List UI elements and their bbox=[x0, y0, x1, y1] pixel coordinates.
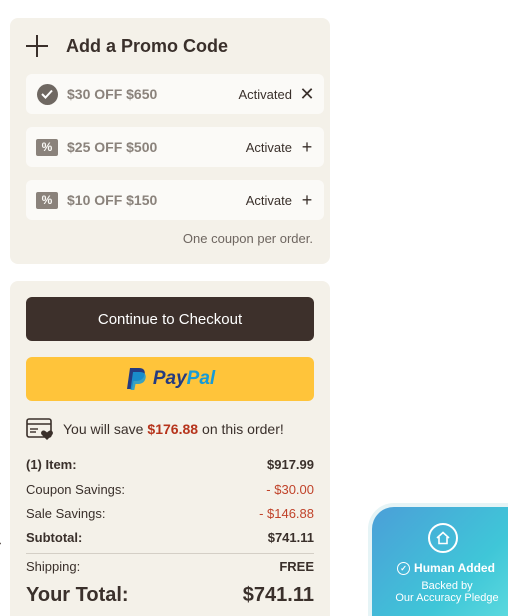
savings-message: You will save $176.88 on this order! bbox=[26, 417, 284, 441]
badge-line-2: Our Accuracy Pledge bbox=[395, 592, 499, 604]
savings-prefix: You will save bbox=[63, 421, 144, 437]
coupon-code: $30 OFF $650 bbox=[67, 86, 158, 102]
activate-coupon-button[interactable]: + bbox=[300, 191, 314, 209]
order-summary-panel: Continue to Checkout Pay Pal You will sa… bbox=[10, 281, 330, 616]
plus-icon[interactable] bbox=[26, 35, 48, 57]
shipping-label: Shipping: bbox=[26, 559, 81, 574]
shipping-value: FREE bbox=[279, 559, 314, 574]
paypal-logo: Pay Pal bbox=[125, 367, 215, 391]
badge-title-text: Human Added bbox=[414, 561, 495, 575]
items-row: (1) Item: $917.99 bbox=[26, 457, 314, 472]
coupon-savings-row: Coupon Savings: - $30.00 bbox=[26, 482, 314, 497]
subtotal-row: Subtotal: $741.11 bbox=[26, 530, 314, 545]
coupon-item-30-off: $30 OFF $650 Activated ✕ bbox=[26, 74, 324, 114]
items-label: (1) Item: bbox=[26, 457, 77, 472]
total-label: Your Total: bbox=[26, 584, 129, 606]
activate-coupon-button[interactable]: + bbox=[300, 138, 314, 156]
sale-savings-value: - $146.88 bbox=[259, 506, 314, 521]
edge-chevron-icon: › bbox=[0, 538, 1, 549]
savings-amount: $176.88 bbox=[147, 421, 199, 437]
activate-coupon-link[interactable]: Activate bbox=[246, 140, 292, 155]
paypal-button[interactable]: Pay Pal bbox=[26, 357, 314, 401]
total-value: $741.11 bbox=[242, 584, 314, 606]
coupon-savings-label: Coupon Savings: bbox=[26, 482, 126, 497]
check-circle-icon bbox=[36, 83, 58, 105]
total-row: Your Total: $741.11 bbox=[26, 584, 314, 607]
promo-title: Add a Promo Code bbox=[66, 35, 229, 56]
promo-code-panel: Add a Promo Code $30 OFF $650 Activated … bbox=[10, 18, 330, 264]
badge-subtitle: Backed by Our Accuracy Pledge bbox=[382, 580, 508, 604]
accuracy-pledge-badge[interactable]: ✓ Human Added Backed by Our Accuracy Ple… bbox=[368, 503, 508, 616]
paypal-pal-text: Pal bbox=[186, 368, 216, 389]
coupon-savings-value: - $30.00 bbox=[266, 482, 314, 497]
check-icon: ✓ bbox=[397, 561, 411, 575]
coupon-code: $25 OFF $500 bbox=[67, 139, 158, 155]
savings-card-heart-icon bbox=[26, 418, 53, 440]
coupon-ticket-icon: % bbox=[36, 189, 58, 211]
continue-to-checkout-button[interactable]: Continue to Checkout bbox=[26, 297, 314, 341]
promo-header[interactable]: Add a Promo Code bbox=[26, 34, 228, 58]
summary-divider bbox=[26, 553, 314, 554]
coupon-ticket-icon: % bbox=[36, 136, 58, 158]
sale-savings-label: Sale Savings: bbox=[26, 506, 106, 521]
badge-line-1: Backed by bbox=[421, 580, 473, 592]
coupon-code: $10 OFF $150 bbox=[67, 192, 158, 208]
savings-suffix: on this order! bbox=[202, 421, 284, 437]
coupon-item-25-off: % $25 OFF $500 Activate + bbox=[26, 127, 324, 167]
coupon-item-10-off: % $10 OFF $150 Activate + bbox=[26, 180, 324, 220]
coupon-limit-note: One coupon per order. bbox=[182, 231, 313, 246]
items-value: $917.99 bbox=[267, 457, 314, 472]
remove-coupon-button[interactable]: ✕ bbox=[299, 85, 314, 103]
subtotal-label: Subtotal: bbox=[26, 530, 83, 545]
activate-coupon-link[interactable]: Activate bbox=[246, 193, 292, 208]
coupon-status: Activated bbox=[238, 86, 292, 102]
paypal-pay-text: Pay bbox=[152, 368, 187, 389]
badge-title: ✓ Human Added bbox=[386, 561, 506, 575]
shipping-row: Shipping: FREE bbox=[26, 559, 314, 574]
paypal-icon bbox=[126, 368, 146, 390]
home-shield-icon bbox=[428, 523, 458, 553]
sale-savings-row: Sale Savings: - $146.88 bbox=[26, 506, 314, 521]
subtotal-value: $741.11 bbox=[267, 530, 314, 545]
